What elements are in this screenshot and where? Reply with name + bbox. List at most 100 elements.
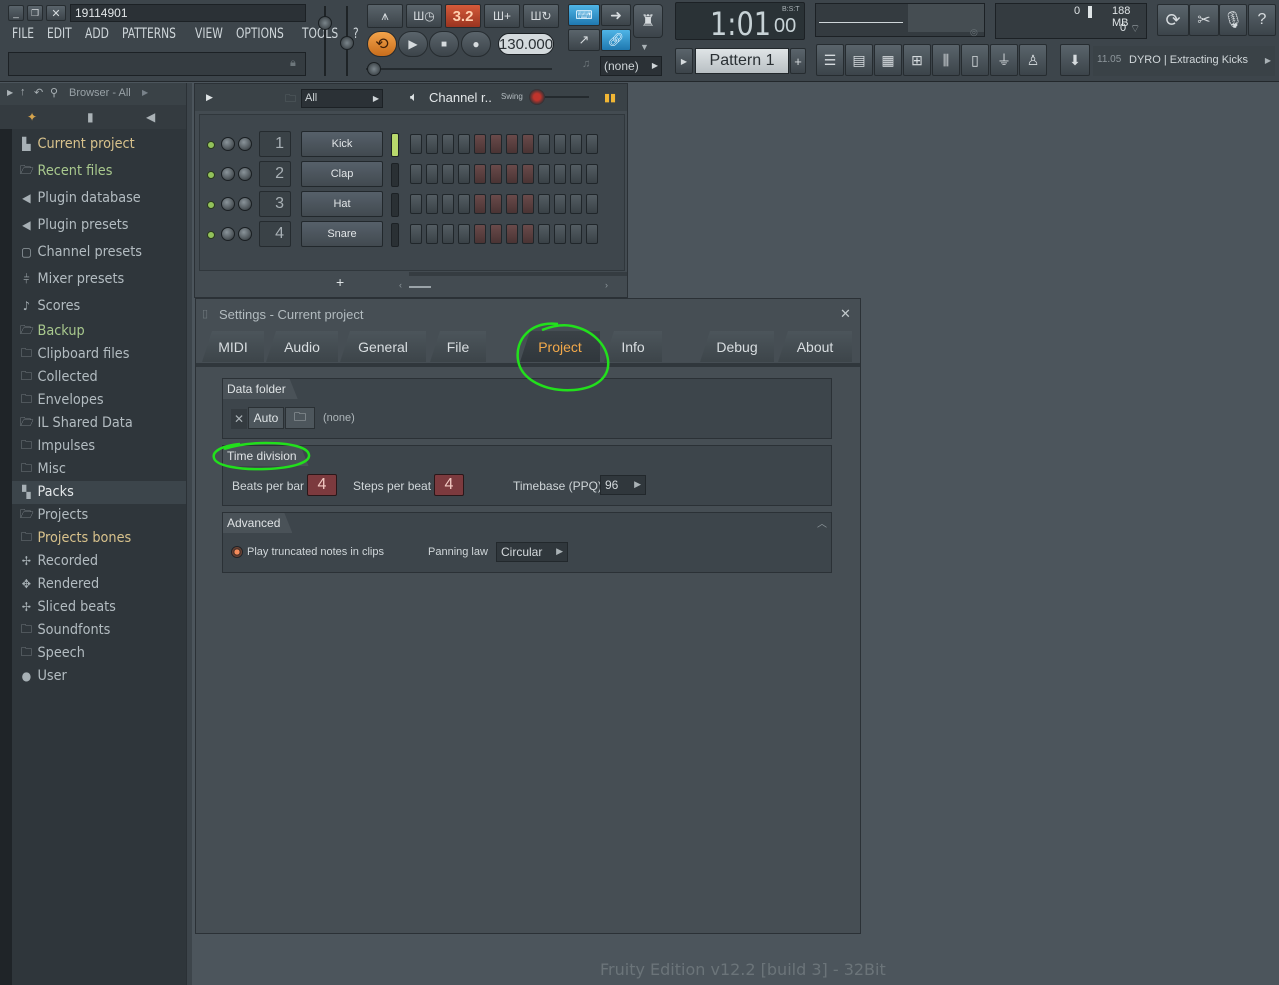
step-button[interactable]	[506, 164, 518, 184]
step-button[interactable]	[442, 194, 454, 214]
blend-notes-button[interactable]: ↗	[568, 29, 600, 51]
channel-volume-knob[interactable]	[238, 227, 252, 241]
browser-item[interactable]: 🗀 Speech	[20, 643, 85, 663]
time-display[interactable]: 1:01 00 B:S:T	[675, 2, 805, 43]
browser-item[interactable]: 🗀 Projects bones	[20, 528, 131, 548]
browser-scroll-gutter[interactable]	[0, 129, 12, 985]
tab-about[interactable]: About	[778, 331, 852, 362]
step-button[interactable]	[490, 194, 502, 214]
channel-volume-knob[interactable]	[238, 167, 252, 181]
step-button[interactable]	[490, 224, 502, 244]
browser-item[interactable]: 🗀 Impulses	[20, 436, 95, 456]
browser-splitter[interactable]	[186, 83, 192, 985]
channel-filter-select[interactable]: All ▶	[301, 89, 383, 108]
clear-folder-icon[interactable]: ✕	[231, 409, 247, 429]
step-button[interactable]	[410, 224, 422, 244]
tab-audio[interactable]: Audio	[266, 331, 338, 362]
step-button[interactable]	[586, 194, 598, 214]
step-button[interactable]	[410, 194, 422, 214]
browser-item[interactable]: 🗁 Backup	[20, 321, 85, 341]
step-button[interactable]	[506, 224, 518, 244]
tab-debug[interactable]: Debug	[700, 331, 774, 362]
step-button[interactable]	[586, 224, 598, 244]
browser-button[interactable]: ▯	[961, 44, 989, 76]
step-button[interactable]	[538, 194, 550, 214]
master-pitch-slider[interactable]	[340, 6, 354, 76]
browser-item[interactable]: 🗀 Soundfonts	[20, 620, 110, 640]
channel-volume-knob[interactable]	[238, 137, 252, 151]
step-button[interactable]	[538, 224, 550, 244]
tempo-display[interactable]: 130.000	[498, 33, 554, 55]
step-button[interactable]	[426, 164, 438, 184]
menu-edit[interactable]: EDIT	[47, 26, 72, 42]
play-button[interactable]: ▶	[398, 31, 428, 57]
browser-item[interactable]: ▙ Current project	[20, 134, 134, 154]
browser-item[interactable]: ● User	[20, 666, 67, 686]
step-button[interactable]	[570, 224, 582, 244]
step-button[interactable]	[570, 194, 582, 214]
up-arrow-icon[interactable]: ↑	[20, 86, 26, 98]
help-button[interactable]: ?	[1248, 4, 1276, 36]
step-button[interactable]	[490, 134, 502, 154]
swing-knob[interactable]	[529, 89, 545, 105]
browser-item[interactable]: 🗁 Recent files	[20, 161, 112, 181]
loop-record-button[interactable]: Ш↻	[523, 4, 559, 28]
restore-icon[interactable]: ❐	[27, 5, 43, 21]
step-button[interactable]	[426, 194, 438, 214]
undo-history-button[interactable]: ⟳	[1157, 4, 1189, 36]
metronome-button[interactable]: ♜	[633, 4, 663, 38]
browser-item[interactable]: 🗀 Misc	[20, 459, 66, 479]
step-button[interactable]	[506, 134, 518, 154]
step-button[interactable]	[474, 134, 486, 154]
browser-item[interactable]: ◀ Plugin presets	[20, 215, 128, 235]
add-pattern-button[interactable]: +	[790, 48, 806, 74]
channel-pan-knob[interactable]	[221, 227, 235, 241]
menu-add[interactable]: ADD	[85, 26, 109, 42]
step-button[interactable]	[522, 224, 534, 244]
plugin-button[interactable]: ⏚	[990, 44, 1018, 76]
step-button[interactable]	[554, 134, 566, 154]
step-button[interactable]	[586, 164, 598, 184]
step-button[interactable]	[426, 134, 438, 154]
menu-view[interactable]: VIEW	[195, 26, 223, 42]
hint-bar[interactable]: 11.05 DYRO | Extracting Kicks ▶	[1093, 46, 1275, 76]
step-edit-button[interactable]: Ш+	[484, 4, 520, 28]
playlist-button[interactable]: ☰	[816, 44, 844, 76]
browse-folder-button[interactable]: 🗀	[285, 407, 315, 429]
channel-mixer-track[interactable]: 1	[259, 131, 291, 157]
play-truncated-checkbox[interactable]	[231, 546, 243, 558]
multilink-button[interactable]: 🔗︎	[601, 29, 631, 51]
channel-mixer-track[interactable]: 2	[259, 161, 291, 187]
step-button[interactable]	[474, 164, 486, 184]
auto-folder-button[interactable]: Auto	[248, 407, 284, 429]
pattern-song-toggle[interactable]: ⟲	[367, 31, 397, 57]
browser-item[interactable]: ✢ Recorded	[20, 551, 98, 571]
step-button[interactable]	[522, 134, 534, 154]
wait-record-button[interactable]: Ш◷	[406, 4, 442, 28]
close-icon[interactable]: ✕	[840, 306, 851, 322]
channel-mute-led[interactable]	[207, 141, 215, 149]
step-button[interactable]	[458, 134, 470, 154]
channel-pan-knob[interactable]	[221, 197, 235, 211]
scroll-right-icon[interactable]: ›	[605, 280, 608, 290]
channel-select-indicator[interactable]	[391, 163, 399, 187]
close-app-icon[interactable]: ✕	[46, 5, 66, 21]
plugin-picker-button[interactable]: ⊞	[903, 44, 931, 76]
step-button[interactable]	[538, 134, 550, 154]
step-button[interactable]	[442, 164, 454, 184]
back-icon[interactable]: ↶	[34, 86, 43, 99]
step-button[interactable]	[570, 164, 582, 184]
cut-tool-button[interactable]: ✂	[1189, 4, 1219, 36]
pattern-prev-button[interactable]: ▶	[675, 48, 693, 74]
channel-mute-led[interactable]	[207, 231, 215, 239]
collapse-icon[interactable]: ︿	[817, 515, 827, 530]
channel-name-button[interactable]: Hat	[301, 191, 383, 217]
browser-item[interactable]: 🗀 Collected	[20, 367, 98, 387]
browser-item[interactable]: ▚ Packs	[20, 482, 74, 502]
step-button[interactable]	[538, 164, 550, 184]
channel-rack-button[interactable]: ▤	[845, 44, 873, 76]
file-icon[interactable]: ▮	[87, 110, 94, 124]
browser-item[interactable]: ✢ Sliced beats	[20, 597, 116, 617]
search-icon[interactable]: ⚲	[50, 86, 58, 99]
browser-item[interactable]: ◀ Plugin database	[20, 188, 141, 208]
